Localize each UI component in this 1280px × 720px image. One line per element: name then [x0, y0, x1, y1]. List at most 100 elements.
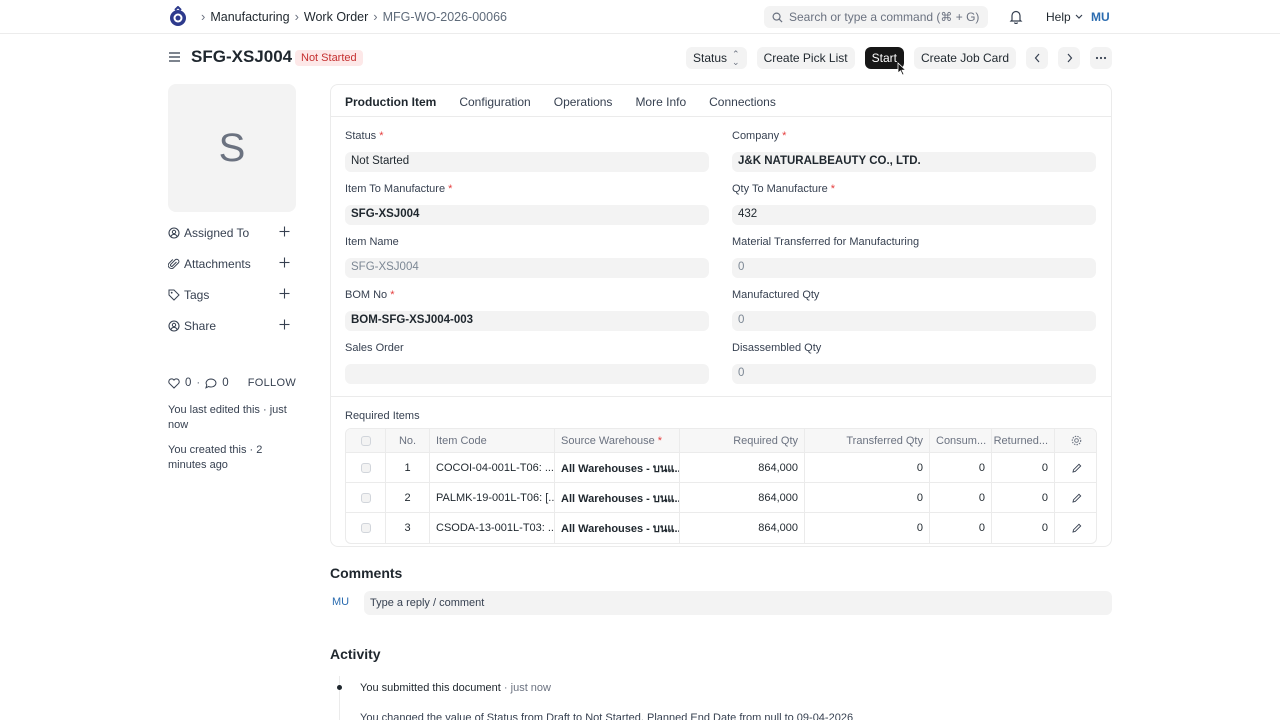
tab-operations[interactable]: Operations [554, 85, 613, 117]
comments-heading: Comments [330, 565, 403, 581]
create-job-card-button[interactable]: Create Job Card [913, 47, 1016, 69]
disassembled-qty-label: Disassembled Qty [732, 342, 822, 354]
plus-icon[interactable] [279, 319, 290, 330]
previous-doc-button[interactable] [1026, 47, 1048, 69]
plus-icon[interactable] [279, 288, 290, 299]
table-row[interactable]: 2 PALMK-19-001L-T06: [... All Warehouses… [346, 483, 1096, 513]
bom-no-field: BOM No * BOM-SFG-XSJ004-003 [345, 289, 709, 331]
tag-icon [168, 289, 180, 301]
column-header-item-code: Item Code [430, 429, 555, 452]
status-dropdown-button[interactable]: Status ⌃ ⌄ [686, 47, 747, 69]
notification-bell-icon[interactable] [1009, 9, 1023, 24]
cell-source-warehouse[interactable]: All Warehouses - บนแ... [555, 483, 680, 512]
heart-icon[interactable] [168, 377, 180, 389]
create-pick-list-button[interactable]: Create Pick List [756, 47, 855, 69]
sales-order-value[interactable] [345, 364, 709, 384]
user-avatar[interactable]: MU [1091, 10, 1110, 24]
breadcrumb: › Manufacturing › Work Order › MFG-WO-20… [196, 9, 507, 24]
item-name-field: Item Name SFG-XSJ004 [345, 236, 709, 278]
select-all-checkbox[interactable] [360, 435, 371, 446]
sidebar-item-share[interactable]: Share [168, 310, 296, 341]
manufactured-qty-label: Manufactured Qty [732, 289, 820, 301]
breadcrumb-manufacturing[interactable]: Manufacturing [210, 10, 289, 24]
sidebar-toggle-icon[interactable] [168, 51, 181, 63]
more-horizontal-icon [1095, 56, 1107, 60]
cell-required-qty[interactable]: 864,000 [680, 513, 805, 543]
plus-icon[interactable] [279, 257, 290, 268]
table-row[interactable]: 1 COCOI-04-001L-T06: ... All Warehouses … [346, 453, 1096, 483]
cell-required-qty[interactable]: 864,000 [680, 453, 805, 482]
breadcrumb-document[interactable]: MFG-WO-2026-00066 [383, 10, 507, 24]
search-icon [772, 12, 783, 23]
edit-pencil-icon[interactable] [1071, 523, 1082, 533]
cell-transferred-qty: 0 [805, 513, 930, 543]
qty-to-manufacture-label: Qty To Manufacture [732, 183, 828, 195]
settings-gear-icon[interactable] [1071, 435, 1082, 446]
help-dropdown[interactable]: Help [1046, 10, 1083, 24]
assign-icon [168, 226, 180, 239]
bom-no-value[interactable]: BOM-SFG-XSJ004-003 [345, 311, 709, 331]
header-actions: Status ⌃ ⌄ Create Pick List Start Create … [676, 47, 1112, 69]
follow-button[interactable]: FOLLOW [248, 377, 296, 389]
cell-source-warehouse[interactable]: All Warehouses - บนแ... [555, 453, 680, 482]
edit-pencil-icon[interactable] [1071, 493, 1082, 503]
bom-no-label: BOM No [345, 289, 388, 301]
tab-configuration[interactable]: Configuration [459, 85, 530, 117]
row-checkbox[interactable] [360, 523, 371, 533]
required-items-title: Required Items [345, 410, 420, 422]
breadcrumb-work-order[interactable]: Work Order [304, 10, 368, 24]
chevron-right-icon: › [294, 9, 299, 24]
document-image-placeholder[interactable]: S [168, 84, 296, 212]
top-navbar: › Manufacturing › Work Order › MFG-WO-20… [0, 0, 1280, 34]
last-edited-note: You last edited this · just now [168, 404, 287, 431]
cell-source-warehouse[interactable]: All Warehouses - บนแ... [555, 513, 680, 543]
next-doc-button[interactable] [1058, 47, 1080, 69]
tab-more-info[interactable]: More Info [635, 85, 686, 117]
sidebar-item-assigned-to[interactable]: Assigned To [168, 217, 296, 248]
sidebar-item-label: Attachments [184, 256, 251, 271]
status-button-label: Status [693, 51, 728, 65]
up-down-icon: ⌃ ⌄ [732, 49, 740, 67]
row-checkbox[interactable] [360, 462, 371, 473]
activity-time: · just now [500, 682, 551, 694]
comment-input[interactable]: Type a reply / comment [364, 591, 1112, 615]
table-header-row: No. Item Code Source Warehouse * Required… [346, 429, 1096, 453]
column-header-no: No. [386, 429, 430, 452]
cell-no: 2 [386, 483, 430, 512]
cell-required-qty[interactable]: 864,000 [680, 483, 805, 512]
required-marker: * [782, 130, 787, 142]
cell-transferred-qty: 0 [805, 483, 930, 512]
cell-item-code[interactable]: PALMK-19-001L-T06: [... [430, 483, 555, 512]
tab-connections[interactable]: Connections [709, 85, 776, 117]
required-items-table: No. Item Code Source Warehouse * Required… [345, 428, 1097, 544]
cell-item-code[interactable]: COCOI-04-001L-T06: ... [430, 453, 555, 482]
more-menu-button[interactable] [1090, 47, 1112, 69]
help-label: Help [1046, 10, 1071, 24]
mouse-cursor-icon [897, 62, 907, 76]
item-to-manufacture-value[interactable]: SFG-XSJ004 [345, 205, 709, 225]
company-value[interactable]: J&K NATURALBEAUTY CO., LTD. [732, 152, 1096, 172]
image-letter: S [218, 125, 246, 170]
sidebar-item-label: Share [184, 318, 217, 333]
sidebar-item-tags[interactable]: Tags [168, 279, 296, 310]
edit-pencil-icon[interactable] [1071, 463, 1082, 473]
engagement-row: 0 · 0 FOLLOW [168, 377, 296, 389]
cell-item-code[interactable]: CSODA-13-001L-T03: ... [430, 513, 555, 543]
column-header-source-warehouse: Source Warehouse * [555, 429, 680, 452]
sidebar-item-attachments[interactable]: Attachments [168, 248, 296, 279]
plus-icon[interactable] [279, 226, 290, 237]
item-to-manufacture-label: Item To Manufacture [345, 183, 446, 195]
app-logo-icon[interactable] [168, 6, 188, 28]
cell-returned-qty: 0 [992, 513, 1055, 543]
chevron-right-icon [1067, 53, 1072, 63]
row-checkbox[interactable] [360, 492, 371, 503]
comment-icon[interactable] [205, 377, 217, 389]
tab-production-item[interactable]: Production Item [345, 85, 437, 117]
search-input[interactable]: Search or type a command (⌘ + G) [764, 6, 988, 28]
row-edit-cell [1055, 453, 1096, 482]
page-title: SFG-XSJ004 [191, 47, 293, 66]
row-edit-cell [1055, 513, 1096, 543]
table-row[interactable]: 3 CSODA-13-001L-T03: ... All Warehouses … [346, 513, 1096, 543]
comment-user-avatar: MU [332, 596, 350, 608]
qty-to-manufacture-value: 432 [732, 205, 1096, 225]
